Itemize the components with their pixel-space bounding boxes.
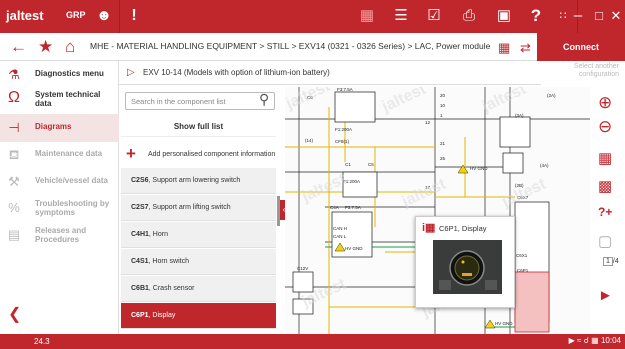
svg-text:20: 20 xyxy=(440,93,446,98)
svg-text:C1: C1 xyxy=(345,162,351,167)
divider xyxy=(119,0,120,33)
select-another-configuration[interactable]: Select another configuration xyxy=(541,63,625,79)
svg-text:C5: C5 xyxy=(368,162,374,167)
svg-text:(4A): (4A) xyxy=(540,163,549,168)
show-full-list-button[interactable]: Show full list xyxy=(121,117,276,137)
help-icon[interactable]: ? xyxy=(526,6,546,26)
svg-text:CF8(1): CF8(1) xyxy=(335,139,350,144)
layers-icon: ▢ xyxy=(598,233,613,250)
fit-page-icon[interactable]: ▦ xyxy=(598,149,612,167)
svg-text:F3:7.5A: F3:7.5A xyxy=(345,205,361,210)
search-icon[interactable]: ⚲ xyxy=(259,91,269,108)
percent-icon: % xyxy=(8,200,20,215)
status-icons: ▶ ≈ ☌ ▦ 10:04 xyxy=(568,336,621,345)
printer-icon[interactable]: ⎙ xyxy=(459,6,479,26)
svg-text:1: 1 xyxy=(440,113,443,118)
component-popup[interactable]: i▦ C6P1, Display xyxy=(415,216,515,308)
status-bar: 24.3 ▶ ≈ ☌ ▦ 10:04 xyxy=(0,334,625,349)
test-icon[interactable]: ▦ xyxy=(498,40,510,56)
nav-item-maintenance-data: ⛾ Maintenance data xyxy=(0,141,119,169)
component-item[interactable]: C2S6, Support arm lowering switch xyxy=(121,168,276,194)
next-page-icon[interactable]: ► xyxy=(598,287,613,304)
top-bar: jaltest GRP ☻ ! ▦ ☰ ☑ ⎙ ▣ ? ∷ – □ ✕ xyxy=(0,0,625,33)
nav-item-releases-and-procedures: ▤ Releases and Procedures xyxy=(7,226,87,244)
svg-text:jaltest: jaltest xyxy=(399,175,450,211)
svg-text:(14): (14) xyxy=(305,138,314,143)
lock-icon[interactable]: ▩ xyxy=(598,177,612,195)
switch-icon[interactable]: ⇄ xyxy=(520,40,531,56)
camera-icon[interactable]: ▣ xyxy=(494,6,514,26)
grp-label: GRP xyxy=(66,10,86,20)
component-item[interactable]: C4S1, Horn switch xyxy=(121,249,276,275)
svg-text:12: 12 xyxy=(425,120,431,125)
nav-item-vehicle-vessel-data: ⚒ Vehicle/vessel data xyxy=(0,168,119,196)
list-icon[interactable]: ☰ xyxy=(391,6,411,26)
nav-item-diagrams[interactable]: ⊣ Diagrams xyxy=(0,114,119,142)
svg-text:jaltest: jaltest xyxy=(285,87,333,113)
svg-text:HV GND: HV GND xyxy=(470,166,488,171)
svg-text:C4A: C4A xyxy=(330,205,339,210)
svg-text:jaltest: jaltest xyxy=(479,87,530,116)
page-indicator[interactable]: 1/4 xyxy=(603,257,619,266)
svg-text:21: 21 xyxy=(440,141,446,146)
zoom-in-icon[interactable]: ⊕ xyxy=(598,93,612,113)
svg-text:(2A): (2A) xyxy=(547,93,556,98)
ohm-icon: Ω xyxy=(8,89,20,106)
breadcrumb[interactable]: MHE - MATERIAL HANDLING EQUIPMENT > STIL… xyxy=(90,41,490,51)
svg-text:C6P1: C6P1 xyxy=(517,268,529,273)
releases-icon: ▤ xyxy=(7,227,21,242)
svg-text:HV GND: HV GND xyxy=(495,321,513,326)
component-photo xyxy=(433,240,502,294)
svg-text:C6X1: C6X1 xyxy=(516,253,528,258)
svg-text:C12V: C12V xyxy=(297,266,308,271)
svg-text:CAN L: CAN L xyxy=(333,234,347,239)
nav-item-troubleshooting-by-symptoms: % Troubleshooting by symptoms xyxy=(0,194,119,222)
popup-title: C6P1, Display xyxy=(439,224,487,233)
diagram-header: ▷ EXV 10-14 (Models with option of lithi… xyxy=(119,61,541,85)
left-navigation: ⚗ Diagnostics menu Ω System technical da… xyxy=(0,61,119,334)
document-icon[interactable]: ▦ xyxy=(357,6,377,26)
svg-text:jaltest: jaltest xyxy=(379,87,430,116)
component-item[interactable]: C4H1, Horn xyxy=(121,222,276,248)
diagnostics-icon: ⚗ xyxy=(8,67,20,82)
component-item-selected[interactable]: C6P1, Display xyxy=(121,303,276,329)
home-icon[interactable]: ⌂ xyxy=(65,37,75,57)
highlighted-connector xyxy=(514,271,550,333)
collapse-arrow-icon[interactable]: ❮ xyxy=(8,304,21,324)
play-icon[interactable]: ▷ xyxy=(127,67,135,78)
svg-text:10: 10 xyxy=(440,103,446,108)
plus-icon: + xyxy=(126,144,136,163)
search-next-icon[interactable]: ?+ xyxy=(598,205,612,219)
close-icon[interactable]: ✕ xyxy=(606,6,625,26)
svg-text:jaltest: jaltest xyxy=(299,170,350,206)
diagram-title: EXV 10-14 (Models with option of lithium… xyxy=(143,68,330,77)
component-item[interactable]: C2S7, Support arm lifting switch xyxy=(121,195,276,221)
add-component-info-button[interactable]: + Add personalised component information xyxy=(121,141,276,167)
version-label: 24.3 xyxy=(34,337,50,346)
minimize-icon[interactable]: – xyxy=(568,6,588,26)
wrench-icon: ⚒ xyxy=(8,174,20,189)
alert-icon[interactable]: ! xyxy=(124,6,144,26)
svg-text:HV GND: HV GND xyxy=(345,246,363,251)
info-icon: i▦ xyxy=(422,222,436,234)
checklist-icon[interactable]: ☑ xyxy=(424,6,444,26)
back-arrow-icon[interactable]: ← xyxy=(10,37,27,57)
svg-text:F3:7.5A: F3:7.5A xyxy=(337,87,353,92)
diagram-icon: ⊣ xyxy=(8,120,20,135)
svg-text:F1:200A: F1:200A xyxy=(335,127,352,132)
component-item[interactable]: C6B1, Crash sensor xyxy=(121,276,276,302)
zoom-out-icon[interactable]: ⊖ xyxy=(598,117,612,137)
people-group-icon[interactable]: ☻ xyxy=(94,6,114,26)
svg-text:25: 25 xyxy=(440,156,446,161)
svg-text:CAN H: CAN H xyxy=(333,226,347,231)
jaltest-logo: jaltest xyxy=(6,8,44,23)
component-search-input[interactable]: Search in the component list xyxy=(125,92,275,110)
svg-text:(3A): (3A) xyxy=(515,113,524,118)
connect-button[interactable]: Connect xyxy=(537,33,625,61)
nav-item-system-technical-data[interactable]: Ω System technical data xyxy=(0,85,119,113)
favorite-star-icon[interactable]: ★ xyxy=(38,37,53,57)
diagram-tools: ⊕ ⊖ ▦ ▩ ?+ ▢ ► xyxy=(590,87,625,334)
navigation-bar: ← ★ ⌂ MHE - MATERIAL HANDLING EQUIPMENT … xyxy=(0,33,625,61)
oil-can-icon: ⛾ xyxy=(8,147,20,162)
